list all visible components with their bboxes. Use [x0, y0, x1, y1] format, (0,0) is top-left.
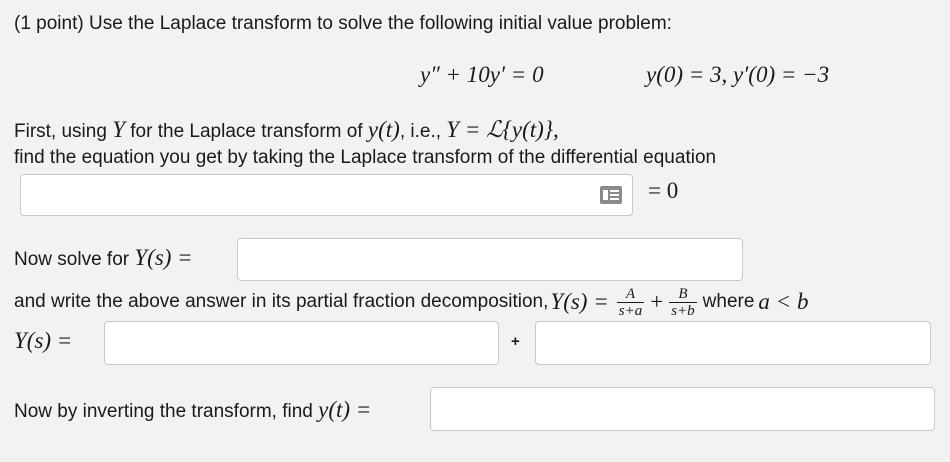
step1-Y: Y	[112, 117, 125, 142]
problem-intro: (1 point) Use the Laplace transform to s…	[14, 13, 672, 34]
step1-yt: y(t)	[367, 117, 400, 142]
equation-editor-icon-graphic	[603, 190, 619, 200]
equals-zero: = 0	[648, 178, 679, 203]
step4-text: Now by inverting the transform, find	[14, 401, 319, 422]
fraction-A-numerator: A	[616, 286, 645, 303]
step3-row-label: Y(s) =	[14, 328, 73, 353]
step2-Ys: Y(s) =	[134, 245, 193, 270]
step3-Ys-eq: Y(s) =	[550, 289, 609, 314]
plus-between-terms: +	[511, 333, 520, 350]
step3-instruction: and write the above answer in its partia…	[14, 282, 808, 322]
transformed-equation-input[interactable]	[20, 174, 633, 216]
fraction-B: B s+b	[669, 286, 697, 319]
condition-a-less-b: a < b	[758, 289, 809, 314]
equation-editor-icon[interactable]	[600, 186, 622, 204]
where-text: where	[702, 291, 755, 312]
ode-equation: y″ + 10y′ = 0	[420, 62, 544, 87]
fraction-A: A s+a	[616, 286, 645, 319]
step4-yt: y(t) =	[318, 397, 372, 422]
step3-text: and write the above answer in its partia…	[14, 291, 549, 312]
step1-text-b: for the Laplace transform of	[125, 121, 368, 142]
step2-label: Now solve for Y(s) =	[14, 245, 193, 271]
plus-sign: +	[650, 289, 664, 314]
fraction-B-numerator: B	[669, 286, 697, 303]
step1-text-a: First, using	[14, 121, 113, 142]
partial-fraction-term1-input[interactable]	[104, 321, 499, 365]
step1-instruction-line2: find the equation you get by taking the …	[14, 147, 717, 168]
step1-definition: Y = ℒ{y(t)},	[446, 117, 559, 142]
step1-instruction-line1: First, using Y for the Laplace transform…	[14, 117, 559, 143]
initial-conditions: y(0) = 3, y′(0) = −3	[646, 62, 830, 87]
partial-fraction-term2-input[interactable]	[535, 321, 931, 365]
fraction-B-denominator: s+b	[671, 302, 695, 319]
Ys-input[interactable]	[237, 238, 743, 281]
fraction-A-denominator: s+a	[618, 302, 643, 319]
step1-text-c: , i.e.,	[399, 121, 447, 142]
yt-input[interactable]	[430, 387, 935, 431]
step4-label: Now by inverting the transform, find y(t…	[14, 397, 371, 423]
step2-text: Now solve for	[14, 249, 135, 270]
